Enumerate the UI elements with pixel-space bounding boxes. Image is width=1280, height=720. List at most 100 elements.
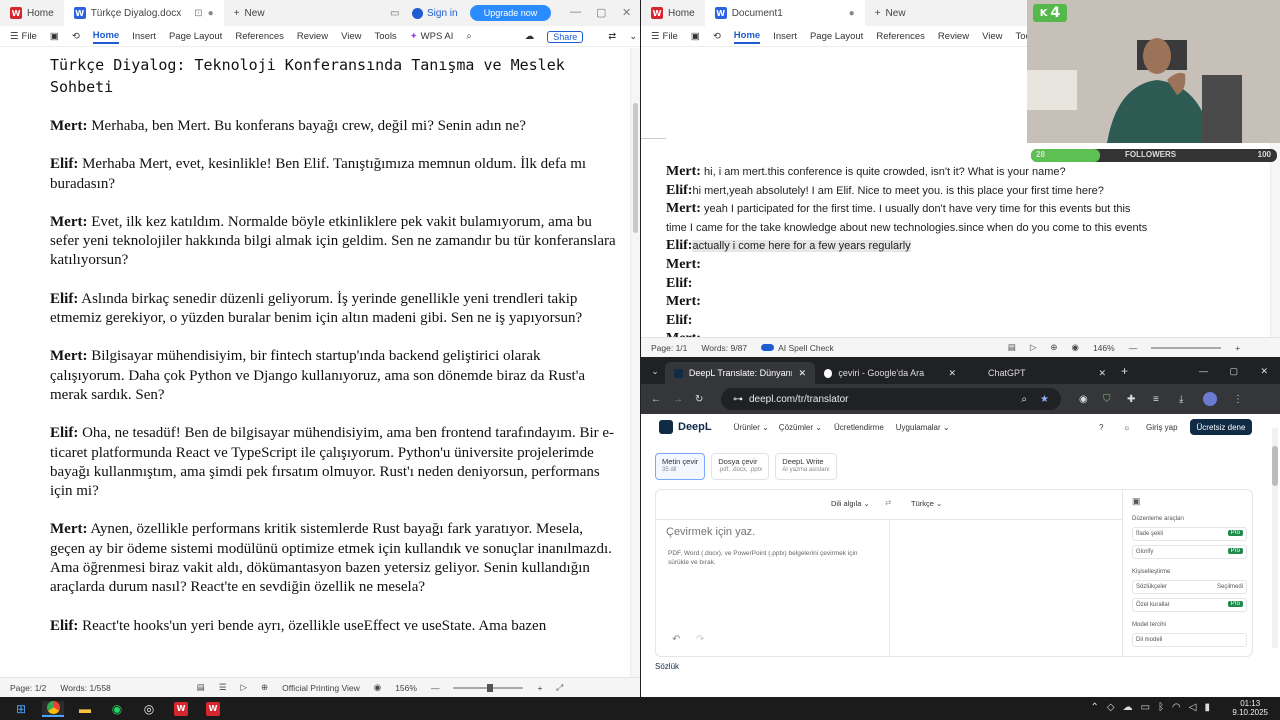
wps-taskbar-icon-2[interactable]: W: [202, 701, 224, 717]
forward-icon[interactable]: →: [673, 394, 683, 405]
minimize-icon[interactable]: —: [570, 6, 581, 18]
tab-document[interactable]: W Document1 ●: [704, 0, 865, 26]
menu-insert[interactable]: Insert: [773, 31, 797, 42]
clock[interactable]: 01:13 9.10.2025: [1232, 699, 1268, 717]
close-icon[interactable]: ✕: [1260, 366, 1268, 377]
search-icon[interactable]: ⌕: [466, 31, 471, 42]
undo-icon[interactable]: ⟲: [713, 31, 721, 42]
tab-home[interactable]: W Home: [641, 0, 705, 26]
menu-file[interactable]: ☰ File: [10, 31, 37, 42]
close-icon[interactable]: ✕: [622, 6, 631, 19]
extension-icon[interactable]: ◉: [1079, 394, 1088, 405]
url-field[interactable]: ⊶ deepl.com/tr/translator ⌕ ★: [721, 388, 1061, 410]
maximize-icon[interactable]: ▢: [596, 6, 606, 19]
play-icon[interactable]: ▷: [1030, 342, 1037, 353]
shield-icon[interactable]: ⛉: [1103, 394, 1111, 405]
save-icon[interactable]: ▣: [691, 31, 700, 42]
status-words[interactable]: Words: 1/558: [60, 683, 110, 693]
zoom-in-icon[interactable]: +: [537, 683, 542, 693]
fullscreen-icon[interactable]: ⤢: [556, 682, 563, 693]
login-link[interactable]: Giriş yap: [1146, 423, 1178, 432]
browser-tab-deepl[interactable]: DeepL Translate: Dünyanın en ✕: [665, 362, 815, 384]
read-mode-icon[interactable]: ▤: [1008, 342, 1016, 353]
menu-references[interactable]: References: [235, 31, 284, 42]
tab-new[interactable]: + New: [865, 0, 916, 26]
left-vertical-scrollbar[interactable]: [630, 48, 640, 677]
tool-deepl-write[interactable]: DeepL Write AI yazma asistanı: [775, 453, 837, 480]
status-words[interactable]: Words: 9/87: [701, 343, 747, 353]
target-lang-select[interactable]: Türkçe ⌄: [911, 499, 942, 508]
save-icon[interactable]: ▣: [50, 31, 59, 42]
dropbox-icon[interactable]: ◇: [1107, 702, 1115, 713]
toolbar-options-icon[interactable]: ⇄: [608, 31, 616, 42]
windows-start-icon[interactable]: ⊞: [10, 701, 32, 717]
browser-scrollbar[interactable]: [1272, 428, 1278, 648]
model-item[interactable]: Dil modeli: [1132, 633, 1247, 647]
redo-icon[interactable]: ↷: [696, 634, 704, 645]
globe-icon[interactable]: ⊕: [261, 682, 268, 693]
puzzle-icon[interactable]: ✚: [1127, 394, 1135, 405]
zoom-out-icon[interactable]: —: [1129, 343, 1138, 353]
tool-translate-file[interactable]: Dosya çevir .pdf, .docx, .pptx: [711, 453, 770, 480]
zoom-slider[interactable]: [1151, 346, 1222, 349]
menu-references[interactable]: References: [876, 31, 925, 42]
browser-scroll-thumb[interactable]: [1272, 446, 1278, 486]
tab-close-icon[interactable]: ✕: [798, 368, 806, 379]
back-icon[interactable]: ←: [651, 394, 661, 405]
tab-close-icon[interactable]: ✕: [1098, 368, 1106, 379]
obs-icon[interactable]: ◎: [138, 701, 160, 717]
upgrade-button[interactable]: Upgrade now: [470, 5, 551, 21]
cloud-icon[interactable]: ☁: [525, 31, 535, 42]
tab-search-icon[interactable]: ⌄: [645, 366, 665, 377]
source-lang-select[interactable]: Dili algıla ⌄: [831, 499, 870, 508]
tab-new[interactable]: + New: [224, 0, 275, 26]
zoom-in-icon[interactable]: +: [1235, 343, 1240, 353]
media-icon[interactable]: ≡: [1153, 394, 1159, 405]
eye-icon[interactable]: ◉: [1072, 342, 1079, 353]
status-zoom[interactable]: 156%: [395, 683, 417, 693]
browser-tab-chatgpt[interactable]: ChatGPT ✕: [965, 362, 1115, 384]
read-mode-icon[interactable]: ▤: [197, 682, 205, 693]
tab-document[interactable]: W Türkçe Diyalog.docx ⊡ ●: [63, 0, 224, 26]
menu-view[interactable]: View: [982, 31, 1002, 42]
menu-home[interactable]: Home: [733, 30, 761, 44]
status-zoom[interactable]: 146%: [1093, 343, 1115, 353]
lightbulb-icon[interactable]: ☼: [1123, 423, 1130, 432]
globe-icon[interactable]: ⊕: [1050, 342, 1057, 353]
zoom-out-icon[interactable]: —: [431, 683, 440, 693]
spell-check-toggle[interactable]: AI Spell Check: [761, 343, 834, 353]
undo-icon[interactable]: ↶: [672, 634, 680, 645]
nav-products[interactable]: Ürünler: [734, 423, 760, 432]
tool-translate-text[interactable]: Metin çevir 35 dil: [655, 453, 706, 480]
deepl-brand[interactable]: DeepL: [678, 421, 712, 433]
menu-file[interactable]: ☰ File: [651, 31, 678, 42]
menu-page-layout[interactable]: Page Layout: [810, 31, 863, 42]
scroll-thumb[interactable]: [633, 103, 638, 233]
new-tab-icon[interactable]: +: [1121, 364, 1128, 378]
custom-item-rules[interactable]: Özel kurallar Pro: [1132, 598, 1247, 612]
window-layout-icon[interactable]: ▭: [390, 8, 399, 19]
wifi-icon[interactable]: ◠: [1172, 702, 1181, 713]
bluetooth-icon[interactable]: ᛒ: [1158, 702, 1164, 713]
tab-home[interactable]: W Home: [0, 0, 64, 26]
zoom-slider[interactable]: [453, 683, 524, 692]
left-document-page[interactable]: Türkçe Diyalog: Teknoloji Konferansında …: [0, 48, 630, 677]
profile-avatar[interactable]: [1203, 392, 1217, 406]
menu-home[interactable]: Home: [92, 30, 120, 44]
file-explorer-icon[interactable]: ▬: [74, 701, 96, 717]
source-text-input[interactable]: [666, 526, 881, 626]
site-info-icon[interactable]: ⊶: [733, 394, 743, 405]
volume-icon[interactable]: ◁: [1189, 702, 1197, 713]
menu-view[interactable]: View: [341, 31, 361, 42]
browser-menu-icon[interactable]: ⋮: [1233, 394, 1243, 405]
edit-item-phrasing[interactable]: İfade şekli Pro: [1132, 527, 1247, 541]
dictionary-link[interactable]: Sözlük: [655, 662, 679, 671]
eye-icon[interactable]: ◉: [374, 682, 381, 693]
undo-icon[interactable]: ⟲: [72, 31, 80, 42]
download-icon[interactable]: ⤓: [1179, 394, 1183, 405]
battery-icon[interactable]: ▮: [1204, 702, 1210, 713]
swap-languages-icon[interactable]: ⇄: [885, 498, 891, 507]
nav-solutions[interactable]: Çözümler: [779, 423, 813, 432]
menu-review[interactable]: Review: [297, 31, 328, 42]
chevron-down-icon[interactable]: ⌄: [629, 31, 637, 42]
